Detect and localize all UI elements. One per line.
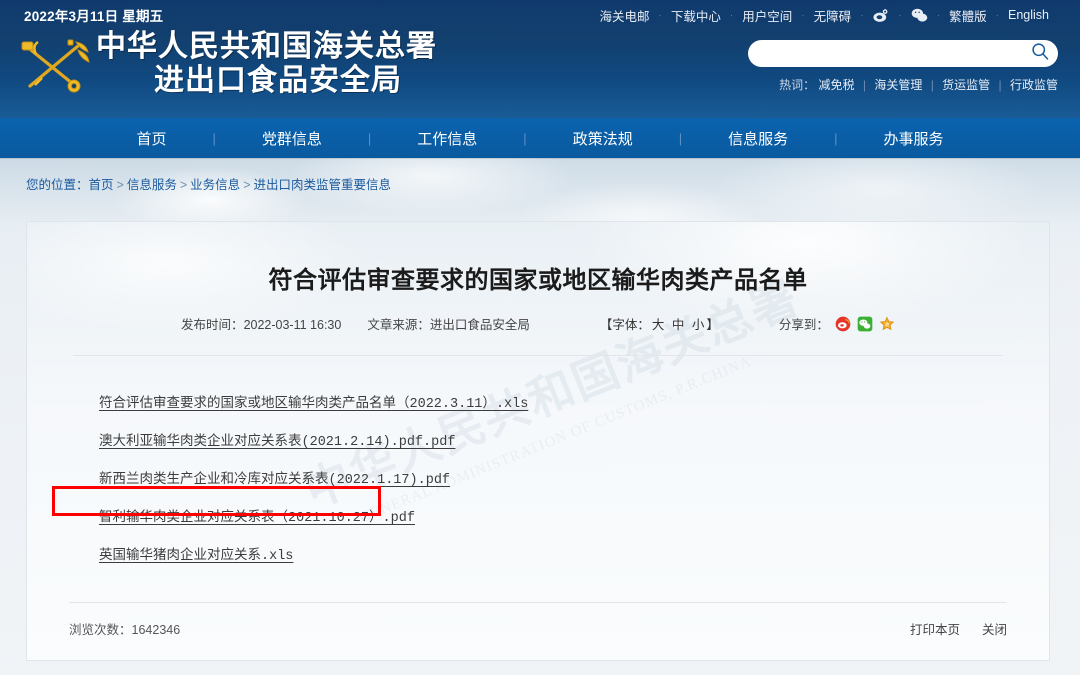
breadcrumb-item-current: 进出口肉类监管重要信息 [254,178,392,192]
hot-words-label: 热词： [779,78,815,92]
top-link-weibo[interactable] [863,7,898,24]
breadcrumb-separator: > [114,178,127,192]
breadcrumb-item-business-info[interactable]: 业务信息 [190,178,240,192]
nav-item-party-info[interactable]: 党群信息 [216,128,368,149]
share-wechat-icon[interactable] [857,316,873,332]
brand-line-2: 进出口食品安全局 [154,66,437,97]
list-item: 澳大利亚输华肉类企业对应关系表(2021.2.14).pdf.pdf [99,420,1003,458]
svg-text:收: 收 [885,321,890,328]
wechat-icon [911,7,928,24]
hot-word-separator: | [858,78,871,92]
view-count-label: 浏览次数： [69,623,132,637]
font-size-medium[interactable]: 中 [670,318,687,332]
article-footer: 浏览次数：1642346 打印本页 关闭 [69,602,1007,638]
search-input[interactable] [762,47,1030,61]
footer-row: 浏览次数：1642346 打印本页 关闭 [69,619,1007,638]
attachment-list: 符合评估审查要求的国家或地区输华肉类产品名单（2022.3.11）.xls 澳大… [69,356,1007,572]
publish-time-label: 发布时间： [181,318,244,332]
hot-word-3[interactable]: 行政监管 [1010,78,1058,92]
main-navigation: 首页 | 党群信息 | 工作信息 | 政策法规 | 信息服务 | 办事服务 [0,118,1080,158]
brand-row: 中华人民共和国海关总署 进出口食品安全局 热词： 减免税 | 海关管理 | 货运… [0,30,1080,98]
list-item: 符合评估审查要求的国家或地区输华肉类产品名单（2022.3.11）.xls [99,382,1003,420]
font-size-control: 【字体：大 中 小】 [600,314,719,333]
breadcrumb: 您的位置：首页>信息服务>业务信息>进出口肉类监管重要信息 [0,158,1080,193]
site-header: 2022年3月11日 星期五 海关电邮 · 下载中心 · 用户空间 · 无障碍 … [0,0,1080,118]
view-count-value: 1642346 [132,623,181,637]
list-item: 智利输华肉类企业对应关系表（2021.10.27）.pdf [99,496,1003,534]
attachment-link-4[interactable]: 英国输华猪肉企业对应关系.xls [99,543,293,564]
top-link-accessibility[interactable]: 无障碍 [805,6,861,25]
current-date: 2022年3月11日 星期五 [24,5,163,25]
breadcrumb-label: 您的位置： [26,178,89,192]
footer-divider [69,602,1007,603]
attachment-link-1[interactable]: 澳大利亚输华肉类企业对应关系表(2021.2.14).pdf.pdf [99,429,455,450]
footer-actions: 打印本页 关闭 [910,619,1007,638]
article-source: 文章来源：进出口食品安全局 [367,314,530,333]
top-link-customs-mail[interactable]: 海关电邮 [591,6,659,25]
font-size-large[interactable]: 大 [650,318,667,332]
top-link-download-center[interactable]: 下载中心 [662,6,730,25]
nav-item-policy-regulations[interactable]: 政策法规 [527,128,679,149]
brand-title: 中华人民共和国海关总署 进出口食品安全局 [96,32,437,96]
font-size-close-bracket: 】 [706,318,719,332]
search-zone: 热词： 减免税 | 海关管理 | 货运监管 | 行政监管 [748,40,1058,93]
weibo-icon [872,7,889,24]
top-utility-bar: 2022年3月11日 星期五 海关电邮 · 下载中心 · 用户空间 · 无障碍 … [0,0,1080,30]
article-source-label: 文章来源： [367,318,430,332]
top-links: 海关电邮 · 下载中心 · 用户空间 · 无障碍 · · · 繁體版 · Eng… [591,6,1058,25]
nav-item-information-services[interactable]: 信息服务 [682,128,834,149]
search-icon[interactable] [1030,41,1050,66]
font-size-small[interactable]: 小 [690,318,707,332]
close-button[interactable]: 关闭 [982,619,1007,638]
top-link-english[interactable]: English [999,8,1058,22]
top-link-traditional-chinese[interactable]: 繁體版 [940,6,996,25]
share-weibo-icon[interactable] [835,316,851,332]
font-size-label: 【字体： [600,318,650,332]
brand-line-1: 中华人民共和国海关总署 [96,32,437,63]
breadcrumb-item-home[interactable]: 首页 [89,178,114,192]
attachment-link-3[interactable]: 智利输华肉类企业对应关系表（2021.10.27）.pdf [99,505,415,526]
breadcrumb-separator: > [177,178,190,192]
article-body: 符合评估审查要求的国家或地区输华肉类产品名单 发布时间：2022-03-11 1… [27,222,1049,572]
attachment-link-0[interactable]: 符合评估审查要求的国家或地区输华肉类产品名单（2022.3.11）.xls [99,391,528,412]
print-page-button[interactable]: 打印本页 [910,619,960,638]
view-count: 浏览次数：1642346 [69,619,180,638]
top-link-wechat[interactable] [902,7,937,24]
attachment-link-2[interactable]: 新西兰肉类生产企业和冷库对应关系表(2022.1.17).pdf [99,467,450,488]
top-link-user-space[interactable]: 用户空间 [733,6,801,25]
customs-emblem-icon [16,32,94,98]
hot-words: 热词： 减免税 | 海关管理 | 货运监管 | 行政监管 [748,76,1058,93]
list-item: 新西兰肉类生产企业和冷库对应关系表(2022.1.17).pdf [99,458,1003,496]
article-meta: 发布时间：2022-03-11 16:30 文章来源：进出口食品安全局 【字体：… [69,314,1007,333]
hot-word-separator: | [994,78,1007,92]
share-control: 分享到： 收 [779,314,895,333]
breadcrumb-item-information-services[interactable]: 信息服务 [127,178,177,192]
publish-time: 发布时间：2022-03-11 16:30 [181,314,341,333]
page-title: 符合评估审查要求的国家或地区输华肉类产品名单 [69,222,1007,295]
search-box[interactable] [748,40,1058,67]
article-source-value: 进出口食品安全局 [430,318,530,332]
nav-item-work-info[interactable]: 工作信息 [371,128,523,149]
hot-word-2[interactable]: 货运监管 [942,78,990,92]
hot-word-separator: | [926,78,939,92]
nav-item-home[interactable]: 首页 [90,128,212,149]
favorite-star-icon[interactable]: 收 [879,316,895,332]
nav-item-affairs-services[interactable]: 办事服务 [838,128,990,149]
list-item: 英国输华猪肉企业对应关系.xls [99,534,1003,572]
hot-word-1[interactable]: 海关管理 [874,78,922,92]
article-card: 中华人民共和国海关总署 GENERAL ADMINISTRATION OF CU… [26,221,1050,661]
breadcrumb-separator: > [240,178,253,192]
share-label: 分享到： [779,314,829,333]
publish-time-value: 2022-03-11 16:30 [244,318,342,332]
hot-word-0[interactable]: 减免税 [819,78,855,92]
